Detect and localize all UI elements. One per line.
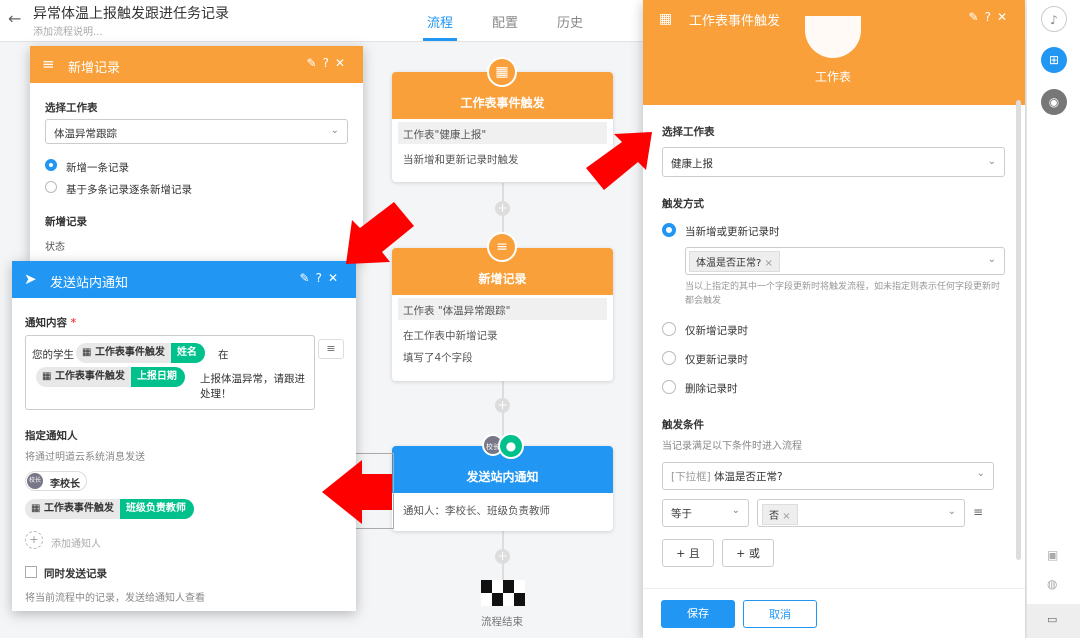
red-arrow — [346, 202, 414, 264]
annotation-arrows — [322, 132, 652, 524]
red-arrow — [586, 132, 652, 190]
red-arrow — [322, 460, 392, 524]
